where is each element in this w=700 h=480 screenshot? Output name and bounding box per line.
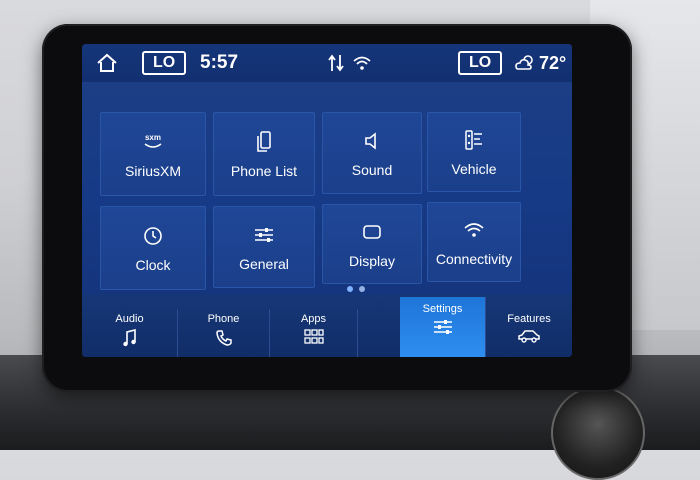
- bottom-nav: Audio Phone Apps Settings Features: [82, 294, 572, 357]
- volume-knob: [551, 386, 645, 480]
- tile-label: Connectivity: [435, 251, 513, 267]
- infotainment-screen: LO 5:57 LO 72° sxm SiriusXM Phone List S…: [82, 44, 572, 357]
- clock-icon: [142, 223, 164, 249]
- tile-phone-list[interactable]: Phone List: [213, 112, 315, 196]
- tile-label: Phone List: [230, 163, 298, 179]
- settings-sliders-icon: [433, 320, 452, 334]
- tab-settings[interactable]: Settings: [400, 297, 486, 357]
- sync-arrows-icon: [328, 54, 344, 72]
- tab-phone[interactable]: Phone: [178, 309, 270, 357]
- passenger-climate-lo[interactable]: LO: [458, 51, 503, 75]
- tab-features[interactable]: Features: [486, 309, 572, 357]
- tile-siriusxm[interactable]: sxm SiriusXM: [100, 112, 206, 196]
- status-bar: LO 5:57 LO 72°: [82, 44, 572, 82]
- home-button[interactable]: [96, 44, 118, 82]
- tile-vehicle[interactable]: Vehicle: [427, 112, 521, 192]
- page-dot-active[interactable]: [347, 286, 353, 292]
- driver-climate-lo[interactable]: LO: [142, 51, 187, 75]
- weather-cloud-sun-icon: [515, 55, 533, 70]
- speaker-icon: [363, 128, 381, 154]
- svg-text:sxm: sxm: [145, 133, 161, 142]
- tile-display[interactable]: Display: [322, 204, 422, 284]
- tile-label: General: [239, 256, 289, 272]
- apps-grid-icon: [303, 329, 324, 344]
- tile-label: Display: [349, 253, 395, 269]
- tile-sound[interactable]: Sound: [322, 112, 422, 194]
- tab-label: Settings: [422, 303, 463, 315]
- clock-time: 5:57: [200, 52, 239, 73]
- tile-label: Vehicle: [451, 161, 497, 177]
- tile-general[interactable]: General: [213, 206, 315, 288]
- car-icon: [518, 330, 540, 343]
- tab-audio[interactable]: Audio: [82, 309, 178, 357]
- tile-label: Clock: [135, 257, 171, 273]
- vehicle-icon: [463, 127, 485, 153]
- page-dot[interactable]: [359, 286, 365, 292]
- home-icon: [97, 53, 117, 72]
- tile-clock[interactable]: Clock: [100, 206, 206, 290]
- tab-label: Features: [507, 313, 551, 325]
- display-icon: [361, 219, 383, 245]
- siriusxm-icon: sxm: [139, 129, 167, 155]
- outside-temperature: 72°: [539, 52, 567, 73]
- sliders-icon: [252, 222, 276, 248]
- tile-label: SiriusXM: [124, 163, 181, 179]
- wifi-icon: [353, 56, 371, 70]
- tile-connectivity[interactable]: Connectivity: [427, 202, 521, 282]
- phone-list-icon: [255, 129, 273, 155]
- tile-label: Sound: [351, 162, 393, 178]
- tab-apps[interactable]: Apps: [270, 309, 358, 357]
- music-note-icon: [122, 329, 136, 347]
- phone-icon: [215, 330, 232, 346]
- wifi-icon: [463, 217, 485, 243]
- tab-label: Phone: [207, 313, 240, 325]
- tab-label: Apps: [300, 313, 327, 325]
- tab-label: Audio: [115, 313, 144, 325]
- page-indicator: [347, 286, 365, 292]
